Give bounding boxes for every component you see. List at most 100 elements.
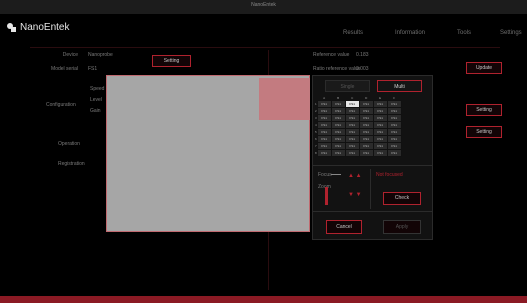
well-cell[interactable]: FS1 [358, 142, 374, 150]
well-cell[interactable]: FS1 [344, 121, 360, 129]
setting-button-right-2[interactable]: Setting [466, 126, 502, 138]
grid-row: 7 FS1 FS1 FS1 FS1 FS1 FS1 [315, 142, 402, 150]
well-cell[interactable]: FS1 [344, 128, 360, 136]
cancel-button[interactable]: Cancel [326, 220, 362, 234]
device-value: Nanoprobe [88, 52, 113, 58]
arrow-up-icon[interactable]: ▲ ▲ [348, 173, 362, 179]
well-cell[interactable]: FS1 [386, 100, 402, 108]
well-cell[interactable]: FS1 [316, 135, 332, 143]
focus-status: Not focused [376, 172, 403, 178]
well-cell[interactable]: FS1 [316, 100, 332, 108]
well-cell[interactable]: FS1 [386, 114, 402, 122]
well-cell[interactable]: FS1 [316, 142, 332, 150]
well-cell[interactable]: FS1 [330, 135, 346, 143]
well-cell[interactable]: FS1 [386, 107, 402, 115]
grid-row: 4 FS1 FS1 FS1 FS1 FS1 FS1 [315, 121, 402, 129]
grid-row: 8 FS1 FS1 FS1 FS1 FS1 FS1 [315, 149, 402, 157]
status-bar [0, 296, 527, 303]
well-cell[interactable]: FS1 [330, 149, 346, 157]
well-cell[interactable]: FS1 [330, 128, 346, 136]
well-cell[interactable]: FS1 [372, 121, 388, 129]
side-line-1: Speed [90, 86, 105, 92]
ratio-reference-label: Ratio reference value [313, 66, 361, 72]
device-label: Device [62, 52, 78, 58]
well-cell[interactable]: FS1 [386, 142, 402, 150]
well-cell[interactable]: FS1 [316, 114, 332, 122]
well-cell[interactable]: FS1 [344, 107, 360, 115]
well-cell[interactable]: FS1 [358, 135, 374, 143]
model-label: Model serial [51, 66, 78, 72]
update-button[interactable]: Update [466, 62, 502, 74]
well-cell[interactable]: FS1 [358, 128, 374, 136]
section-configuration: Configuration [46, 102, 76, 108]
grid-row: 5 FS1 FS1 FS1 FS1 FS1 FS1 [315, 128, 402, 136]
zoom-slider[interactable] [325, 187, 328, 205]
well-cell[interactable]: FS1 [344, 149, 360, 157]
side-line-3: Gain [90, 108, 101, 114]
well-cell[interactable]: FS1 [316, 121, 332, 129]
nav-item-tools[interactable]: Tools [457, 30, 471, 36]
app-logo-text: NanoEntek [20, 22, 70, 33]
setting-button-right[interactable]: Setting [466, 104, 502, 116]
side-line-2: Level [90, 97, 102, 103]
reference-label: Reference value [313, 52, 350, 58]
app-logo-icon [7, 23, 16, 32]
well-cell[interactable]: FS1 [372, 107, 388, 115]
focus-label: Focus [318, 172, 332, 178]
well-cell[interactable]: FS1 [386, 121, 402, 129]
reference-value: 0.183 [356, 52, 369, 58]
section-operation: Operation [58, 141, 80, 147]
well-cell[interactable]: FS1 [330, 107, 346, 115]
well-selection-dialog: Single Multi A B C D E F 1 FS1 FS1 FS1 FS1 FS… [312, 75, 433, 240]
arrow-down-icon[interactable]: ▼ ▼ [348, 192, 362, 198]
well-cell[interactable]: FS1 [344, 135, 360, 143]
well-cell[interactable]: FS1 [358, 114, 374, 122]
nav-item-results[interactable]: Results [343, 30, 363, 36]
well-cell[interactable]: FS1 [316, 107, 332, 115]
grid-row: 6 FS1 FS1 FS1 FS1 FS1 FS1 [315, 135, 402, 143]
well-cell[interactable]: FS1 [372, 142, 388, 150]
roi-selection-box[interactable] [259, 78, 310, 120]
well-cell[interactable]: FS1 [372, 149, 388, 157]
focus-slider[interactable] [331, 174, 341, 175]
well-cell[interactable]: FS1 [358, 107, 374, 115]
grid-row: 2 FS1 FS1 FS1 FS1 FS1 FS1 [315, 107, 402, 115]
well-cell[interactable]: FS1 [344, 142, 360, 150]
well-cell[interactable]: FS1 [330, 114, 346, 122]
tab-single[interactable]: Single [325, 80, 370, 92]
setting-button-left[interactable]: Setting [152, 55, 191, 67]
well-cell[interactable]: FS1 [358, 149, 374, 157]
well-cell[interactable]: FS1 [344, 100, 360, 108]
well-cell[interactable]: FS1 [386, 149, 402, 157]
tab-multi[interactable]: Multi [377, 80, 422, 92]
model-value: FS1 [88, 66, 98, 72]
well-cell[interactable]: FS1 [316, 128, 332, 136]
dialog-divider [313, 165, 432, 166]
check-button[interactable]: Check [383, 192, 421, 205]
well-cell[interactable]: FS1 [386, 135, 402, 143]
divider [30, 47, 500, 48]
well-cell[interactable]: FS1 [358, 100, 374, 108]
well-cell[interactable]: FS1 [344, 114, 360, 122]
apply-button[interactable]: Apply [383, 220, 421, 234]
well-cell[interactable]: FS1 [372, 100, 388, 108]
ratio-reference-value: 0.003 [356, 66, 369, 72]
dialog-vertical-divider [370, 169, 371, 209]
window-title: NanoEntek [251, 2, 276, 8]
well-cell[interactable]: FS1 [330, 142, 346, 150]
well-cell[interactable]: FS1 [372, 128, 388, 136]
well-cell[interactable]: FS1 [372, 114, 388, 122]
nav-item-settings[interactable]: Settings [500, 30, 522, 36]
section-registration: Registration [58, 161, 85, 167]
well-cell[interactable]: FS1 [372, 135, 388, 143]
well-grid: A B C D E F 1 FS1 FS1 FS1 FS1 FS1 FS1 2 FS1 FS1 FS… [315, 95, 402, 157]
well-cell[interactable]: FS1 [330, 121, 346, 129]
nav-item-information[interactable]: Information [395, 30, 425, 36]
well-cell[interactable]: FS1 [386, 128, 402, 136]
well-cell[interactable]: FS1 [316, 149, 332, 157]
grid-row: 1 FS1 FS1 FS1 FS1 FS1 FS1 [315, 100, 402, 108]
well-cell[interactable]: FS1 [330, 100, 346, 108]
grid-row: 3 FS1 FS1 FS1 FS1 FS1 FS1 [315, 114, 402, 122]
well-cell[interactable]: FS1 [358, 121, 374, 129]
dialog-divider-2 [313, 211, 432, 212]
